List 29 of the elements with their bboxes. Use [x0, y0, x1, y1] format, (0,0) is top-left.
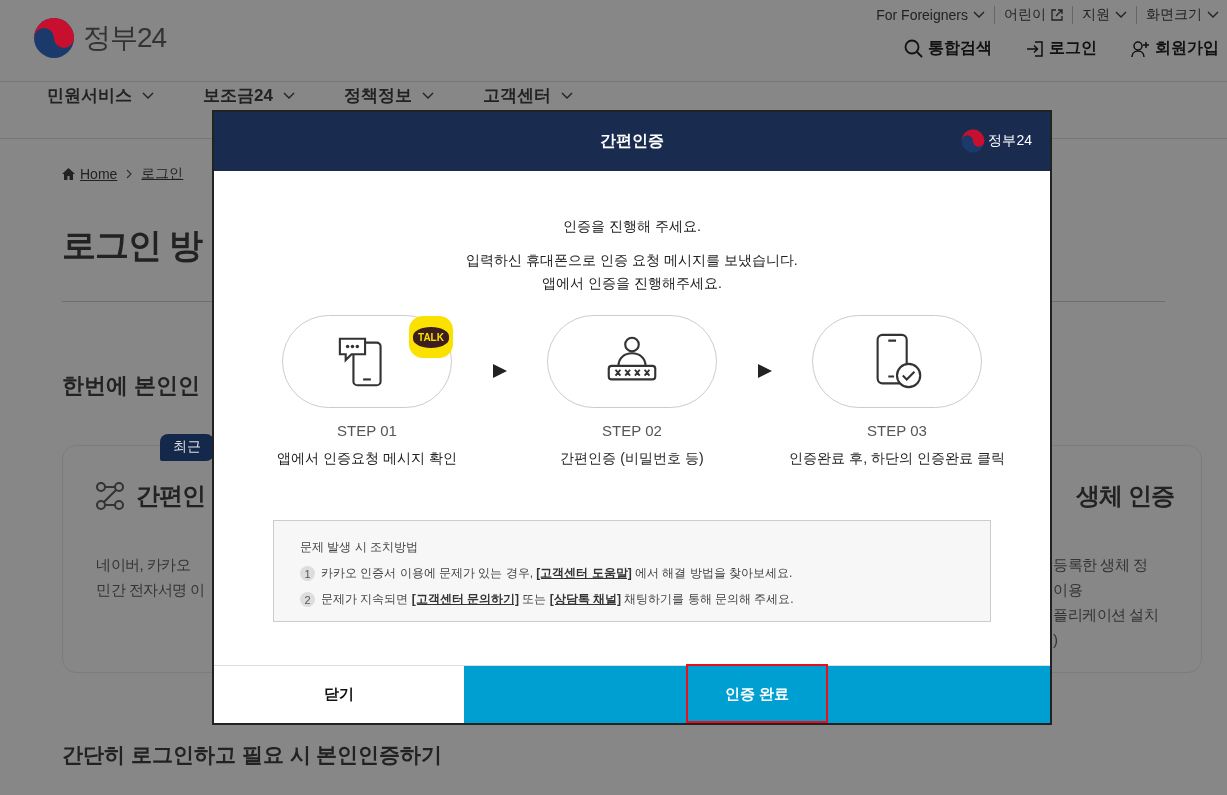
step-label: STEP 03: [867, 422, 927, 439]
recent-badge: 최근: [160, 434, 214, 461]
card-title: 간편인: [136, 481, 205, 511]
step-description: 간편인증 (비밀번호 등): [560, 450, 704, 468]
step-description: 앱에서 인증요청 메시지 확인: [277, 450, 457, 468]
message-text: 앱에서 인증을 진행해주세요.: [541, 274, 723, 293]
page-title: 로그인 방: [62, 225, 203, 266]
section-heading: 한번에 본인인: [62, 372, 201, 400]
card-description: 민간 전자서명 이: [96, 580, 205, 600]
step-description: 인증완료 후, 하단의 인증완료 클릭: [789, 450, 1005, 468]
message-text: 입력하신 휴대폰으로 인증 요청 메시지를 보냈습니다.: [466, 251, 798, 270]
card-description: 이용: [1053, 580, 1082, 600]
card-description: 등록한 생체 정: [1053, 555, 1148, 575]
number-badge: 2: [300, 592, 315, 607]
help-text: 카카오 인증서 이용에 문제가 있는 경우, [고객센터 도움말] 에서 해결 방법을 찾아보세요.: [321, 565, 793, 582]
logo-text: 정부24: [988, 132, 1032, 150]
card-description: ): [1053, 630, 1058, 650]
help-text: 문제가 지속되면 [고객센터 문의하기] 또는 [상담톡 채널] 채팅하기를 통해 문의해 주세요.: [321, 591, 794, 608]
section-heading: 간단히 로그인하고 필요 시 본인인증하기: [62, 742, 443, 768]
step-label: STEP 01: [337, 422, 397, 439]
card-description: 플리케이션 설치: [1053, 605, 1159, 625]
card-description: 네이버, 카카오: [96, 555, 191, 575]
help-title: 문제 발생 시 조치방법: [300, 539, 419, 556]
card-title: 생체 인증: [1076, 481, 1174, 511]
number-badge: 1: [300, 566, 315, 581]
instruction-text: 인증을 진행해 주세요.: [563, 218, 701, 236]
talk-badge: TALK: [409, 316, 453, 358]
dialog-title: 간편인증: [600, 131, 664, 151]
step-label: STEP 02: [602, 422, 662, 439]
